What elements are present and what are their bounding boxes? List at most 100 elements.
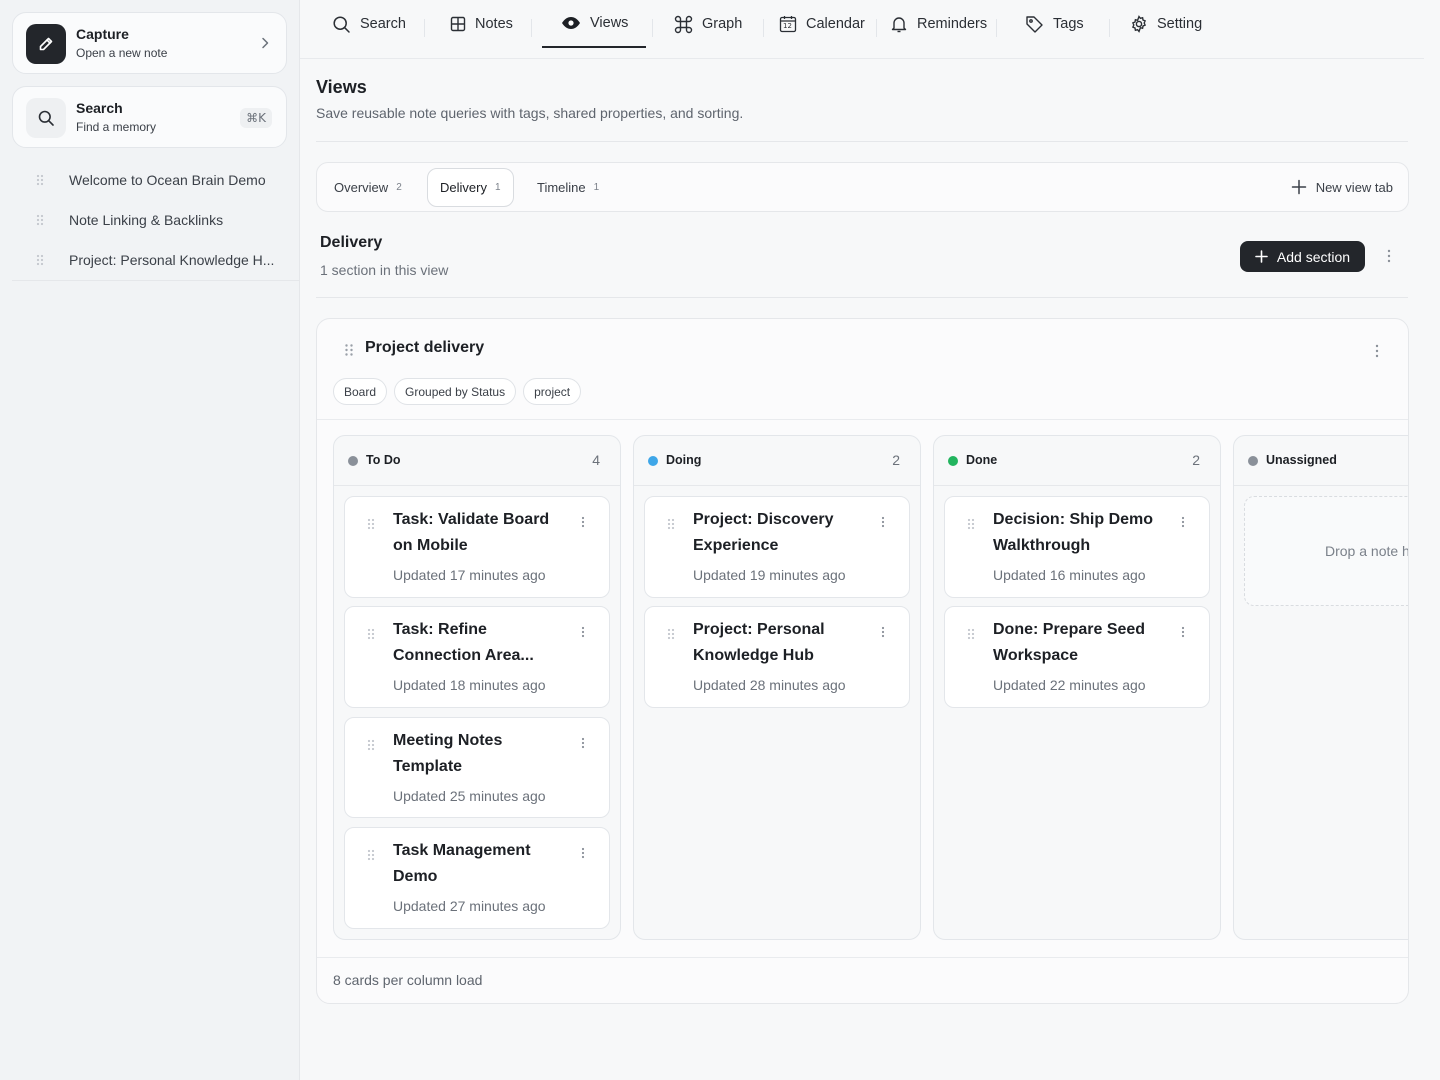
board-card[interactable]: Task: Validate Board on Mobile Updated 1…: [344, 496, 610, 598]
drag-handle-icon[interactable]: [12, 254, 69, 266]
tag-icon: [1025, 15, 1044, 34]
nav-label: Calendar: [806, 16, 865, 32]
column-header: Done 2: [934, 436, 1220, 486]
calendar-day-badge: 12: [783, 22, 792, 30]
sidebar-note-label: Project: Personal Knowledge H...: [69, 252, 275, 268]
add-section-button[interactable]: Add section: [1240, 241, 1365, 272]
capture-button[interactable]: Capture Open a new note: [12, 12, 287, 74]
card-title: Meeting Notes Template: [393, 732, 503, 775]
nav-tags[interactable]: Tags: [1025, 0, 1084, 48]
tab-delivery[interactable]: Delivery 1: [427, 168, 514, 207]
tab-label: Timeline: [537, 180, 586, 195]
tab-overview[interactable]: Overview 2: [322, 168, 414, 207]
drag-handle-icon[interactable]: [367, 739, 375, 751]
drag-handle-icon[interactable]: [12, 174, 69, 186]
sidebar-note-item[interactable]: Project: Personal Knowledge H...: [12, 240, 287, 280]
view-more-icon[interactable]: [1382, 248, 1396, 264]
sidebar: Capture Open a new note Search Find a me…: [0, 0, 300, 1080]
column-name: Doing: [666, 453, 702, 467]
nav-label: Setting: [1157, 16, 1203, 32]
board-card[interactable]: Meeting Notes Template Updated 25 minute…: [344, 717, 610, 818]
sidebar-note-item[interactable]: Welcome to Ocean Brain Demo: [12, 160, 287, 200]
tab-timeline[interactable]: Timeline 1: [525, 168, 611, 207]
nav-label: Graph: [702, 16, 743, 32]
new-view-tab-button[interactable]: New view tab: [1291, 179, 1393, 195]
gear-icon: [1130, 15, 1148, 33]
card-more-icon[interactable]: [1178, 625, 1188, 639]
sidebar-divider: [12, 280, 300, 281]
card-more-icon[interactable]: [578, 515, 588, 529]
section-footer-divider: [317, 957, 1408, 958]
column-count: 4: [592, 452, 600, 468]
nav-views[interactable]: Views: [542, 0, 646, 48]
board-card[interactable]: Decision: Ship Demo Walkthrough Updated …: [944, 496, 1210, 598]
card-title: Task: Validate Board on Mobile: [393, 511, 550, 554]
drag-handle-icon[interactable]: [667, 628, 675, 640]
drag-handle-icon[interactable]: [667, 518, 675, 530]
plus-icon: [1291, 179, 1307, 195]
status-dot: [648, 456, 658, 466]
nav-reminders[interactable]: Reminders: [890, 0, 987, 48]
nav-separator: [531, 19, 532, 37]
group-chip[interactable]: Grouped by Status: [394, 378, 517, 405]
sidebar-search-button[interactable]: Search Find a memory ⌘K: [12, 86, 287, 148]
chevron-right-icon: [258, 36, 272, 50]
section-chips: Board Grouped by Status project: [333, 378, 582, 405]
capture-title: Capture: [76, 26, 129, 42]
nav-separator: [763, 19, 764, 37]
drag-handle-icon[interactable]: [367, 628, 375, 640]
nav-calendar[interactable]: 12 Calendar: [779, 0, 865, 48]
section-divider: [317, 419, 1408, 420]
tab-label: Overview: [334, 180, 389, 195]
layout-chip[interactable]: Board: [333, 378, 388, 405]
card-more-icon[interactable]: [878, 515, 888, 529]
drop-zone[interactable]: Drop a note here: [1244, 496, 1408, 606]
nav-label: Tags: [1053, 16, 1084, 32]
drag-handle-icon[interactable]: [967, 628, 975, 640]
card-more-icon[interactable]: [1178, 515, 1188, 529]
tag-chip[interactable]: project: [523, 378, 582, 405]
board-card[interactable]: Project: Discovery Experience Updated 19…: [644, 496, 910, 598]
board-card[interactable]: Task Management Demo Updated 27 minutes …: [344, 827, 610, 929]
board-card[interactable]: Done: Prepare Seed Workspace Updated 22 …: [944, 606, 1210, 708]
nav-label: Reminders: [917, 16, 988, 32]
search-icon: [332, 15, 351, 34]
drag-handle-icon[interactable]: [967, 518, 975, 530]
nav-separator: [424, 19, 425, 37]
nav-label: Views: [590, 15, 629, 31]
tab-count: 1: [494, 182, 501, 193]
board-card[interactable]: Task: Refine Connection Area... Updated …: [344, 606, 610, 708]
card-title: Task Management Demo: [393, 842, 531, 885]
board-card[interactable]: Project: Personal Knowledge Hub Updated …: [644, 606, 910, 708]
new-view-tab-label: New view tab: [1315, 179, 1393, 195]
sidebar-note-item[interactable]: Note Linking & Backlinks: [12, 200, 287, 240]
card-updated: Updated 18 minutes ago: [393, 677, 546, 693]
pencil-icon: [26, 24, 66, 64]
card-updated: Updated 22 minutes ago: [993, 677, 1146, 693]
nav-graph[interactable]: Graph: [674, 0, 742, 48]
nav-notes[interactable]: Notes: [450, 0, 513, 48]
drag-handle-icon[interactable]: [12, 214, 69, 226]
section-footer: 8 cards per column load: [333, 972, 483, 988]
calendar-icon: 12: [779, 15, 797, 33]
nav-label: Search: [360, 16, 406, 32]
board-column-unassigned: Unassigned Drop a note here: [1233, 435, 1408, 940]
nav-setting[interactable]: Setting: [1130, 0, 1202, 48]
tab-label: Delivery: [440, 180, 487, 195]
sidebar-note-label: Welcome to Ocean Brain Demo: [69, 172, 266, 188]
view-subtitle: 1 section in this view: [320, 262, 449, 278]
card-more-icon[interactable]: [878, 625, 888, 639]
card-title: Decision: Ship Demo Walkthrough: [993, 511, 1154, 554]
nav-separator: [1109, 19, 1110, 37]
bell-icon: [890, 15, 908, 33]
tab-count: 2: [396, 182, 402, 193]
drag-handle-icon[interactable]: [344, 343, 354, 357]
section-more-icon[interactable]: [1370, 343, 1384, 359]
card-more-icon[interactable]: [578, 736, 588, 750]
nav-search[interactable]: Search: [332, 0, 406, 48]
page-subtitle: Save reusable note queries with tags, sh…: [316, 105, 744, 121]
drag-handle-icon[interactable]: [367, 849, 375, 861]
card-more-icon[interactable]: [578, 846, 588, 860]
card-more-icon[interactable]: [578, 625, 588, 639]
drag-handle-icon[interactable]: [367, 518, 375, 530]
